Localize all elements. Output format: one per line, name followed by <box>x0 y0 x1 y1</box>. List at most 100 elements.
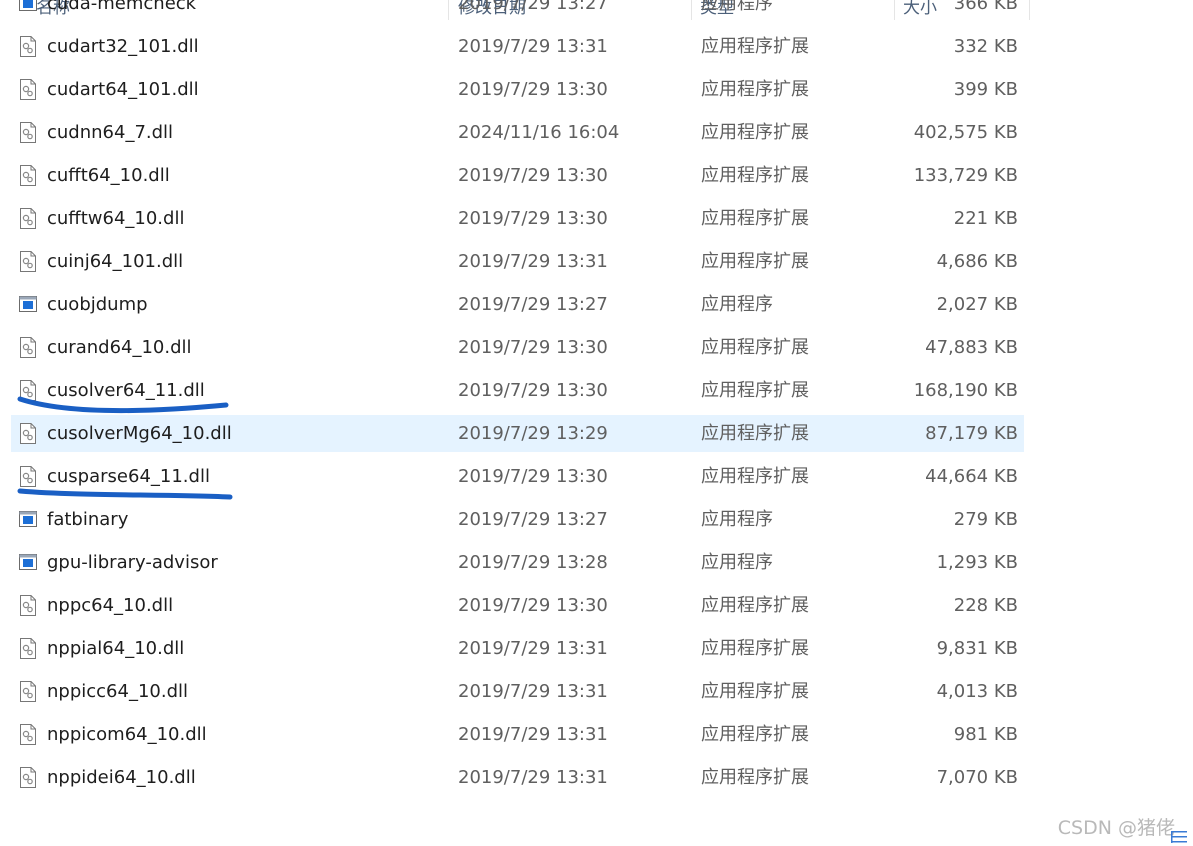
file-row[interactable]: cufftw64_10.dll 2019/7/29 13:30 应用程序扩展 221 … <box>11 200 1024 237</box>
file-name: cuobjdump <box>47 294 148 315</box>
file-modified-date: 2019/7/29 13:29 <box>458 423 608 444</box>
file-size: 279 KB <box>953 509 1018 530</box>
file-row[interactable]: cusparse64_11.dll 2019/7/29 13:30 应用程序扩展 44… <box>11 458 1024 495</box>
file-size: 4,686 KB <box>936 251 1018 272</box>
file-name: cusparse64_11.dll <box>47 466 210 487</box>
file-name: nppc64_10.dll <box>47 595 174 616</box>
file-type: 应用程序扩展 <box>701 681 809 702</box>
dll-icon <box>20 36 36 57</box>
file-size: 981 KB <box>953 724 1018 745</box>
dll-icon <box>20 337 36 358</box>
file-type: 应用程序扩展 <box>701 36 809 57</box>
file-list: 名称 修改日期 类型 大小 cuda-memcheck 2019/7/29 13:… <box>0 0 1030 846</box>
file-row[interactable]: cusolverMg64_10.dll 2019/7/29 13:29 应用程序扩展… <box>11 415 1024 452</box>
file-type: 应用程序 <box>701 509 773 530</box>
file-name: cuda-memcheck <box>47 0 197 14</box>
file-row[interactable]: cuobjdump 2019/7/29 13:27 应用程序 2,027 KB <box>11 286 1024 323</box>
file-type: 应用程序扩展 <box>701 423 809 444</box>
file-type: 应用程序扩展 <box>701 79 809 100</box>
file-type: 应用程序扩展 <box>701 767 809 788</box>
file-row[interactable]: nppicom64_10.dll 2019/7/29 13:31 应用程序扩展 981… <box>11 716 1024 753</box>
file-modified-date: 2019/7/29 13:30 <box>458 208 608 229</box>
file-modified-date: 2019/7/29 13:30 <box>458 165 608 186</box>
dll-icon <box>20 380 36 401</box>
file-row[interactable]: cufft64_10.dll 2019/7/29 13:30 应用程序扩展 133,7… <box>11 157 1024 194</box>
file-modified-date: 2019/7/29 13:30 <box>458 380 608 401</box>
file-row[interactable]: gpu-library-advisor 2019/7/29 13:28 应用程序 1,… <box>11 544 1024 581</box>
file-type: 应用程序扩展 <box>701 595 809 616</box>
dll-icon <box>20 724 36 745</box>
file-type: 应用程序扩展 <box>701 466 809 487</box>
dll-icon <box>20 638 36 659</box>
file-modified-date: 2019/7/29 13:27 <box>458 294 608 315</box>
app-icon <box>19 511 37 527</box>
file-name: cudnn64_7.dll <box>47 122 174 143</box>
file-row[interactable]: nppial64_10.dll 2019/7/29 13:31 应用程序扩展 9,83… <box>11 630 1024 667</box>
file-name: fatbinary <box>47 509 129 530</box>
dll-icon <box>20 595 36 616</box>
file-name: cufft64_10.dll <box>47 165 170 186</box>
dll-icon <box>20 79 36 100</box>
file-name: cufftw64_10.dll <box>47 208 185 229</box>
file-row[interactable]: cuinj64_101.dll 2019/7/29 13:31 应用程序扩展 4,68… <box>11 243 1024 280</box>
file-name: cusolver64_11.dll <box>47 380 205 401</box>
file-type: 应用程序扩展 <box>701 251 809 272</box>
file-modified-date: 2024/11/16 16:04 <box>458 122 620 143</box>
app-icon <box>19 296 37 312</box>
file-modified-date: 2019/7/29 13:31 <box>458 767 608 788</box>
file-type: 应用程序 <box>701 552 773 573</box>
file-name: nppidei64_10.dll <box>47 767 196 788</box>
file-row[interactable]: cudnn64_7.dll 2024/11/16 16:04 应用程序扩展 402,5… <box>11 114 1024 151</box>
dll-icon <box>20 122 36 143</box>
file-name: gpu-library-advisor <box>47 552 218 573</box>
file-modified-date: 2019/7/29 13:30 <box>458 595 608 616</box>
file-row[interactable]: fatbinary 2019/7/29 13:27 应用程序 279 KB <box>11 501 1024 538</box>
file-type: 应用程序 <box>701 0 773 14</box>
file-size: 168,190 KB <box>913 380 1018 401</box>
file-size: 366 KB <box>953 0 1018 14</box>
list-view-icon[interactable] <box>1169 828 1189 846</box>
file-type: 应用程序扩展 <box>701 724 809 745</box>
file-size: 228 KB <box>953 595 1018 616</box>
file-size: 221 KB <box>953 208 1018 229</box>
file-row[interactable]: nppidei64_10.dll 2019/7/29 13:31 应用程序扩展 7,0… <box>11 759 1024 796</box>
file-name: curand64_10.dll <box>47 337 192 358</box>
watermark-text: CSDN @猪佬 <box>1057 817 1175 839</box>
file-row[interactable]: nppc64_10.dll 2019/7/29 13:30 应用程序扩展 228 KB <box>11 587 1024 624</box>
app-icon <box>19 0 37 11</box>
file-name: cusolverMg64_10.dll <box>47 423 232 444</box>
file-size: 7,070 KB <box>936 767 1018 788</box>
file-size: 399 KB <box>953 79 1018 100</box>
file-size: 44,664 KB <box>925 466 1018 487</box>
file-row[interactable]: cudart64_101.dll 2019/7/29 13:30 应用程序扩展 399… <box>11 71 1024 108</box>
column-divider[interactable] <box>1029 0 1030 20</box>
dll-icon <box>20 251 36 272</box>
file-type: 应用程序扩展 <box>701 337 809 358</box>
file-size: 332 KB <box>953 36 1018 57</box>
file-size: 133,729 KB <box>913 165 1018 186</box>
file-modified-date: 2019/7/29 13:31 <box>458 251 608 272</box>
file-modified-date: 2019/7/29 13:30 <box>458 466 608 487</box>
file-type: 应用程序扩展 <box>701 380 809 401</box>
dll-icon <box>20 423 36 444</box>
file-type: 应用程序扩展 <box>701 208 809 229</box>
dll-icon <box>20 767 36 788</box>
file-row[interactable]: cuda-memcheck 2019/7/29 13:27 应用程序 366 KB <box>11 0 1024 22</box>
file-type: 应用程序扩展 <box>701 122 809 143</box>
file-row[interactable]: cusolver64_11.dll 2019/7/29 13:30 应用程序扩展 16… <box>11 372 1024 409</box>
file-modified-date: 2019/7/29 13:27 <box>458 509 608 530</box>
file-name: cudart32_101.dll <box>47 36 199 57</box>
file-type: 应用程序扩展 <box>701 165 809 186</box>
file-type: 应用程序扩展 <box>701 638 809 659</box>
file-row[interactable]: cudart32_101.dll 2019/7/29 13:31 应用程序扩展 332… <box>11 28 1024 65</box>
file-modified-date: 2019/7/29 13:31 <box>458 724 608 745</box>
file-row[interactable]: nppicc64_10.dll 2019/7/29 13:31 应用程序扩展 4,01… <box>11 673 1024 710</box>
file-modified-date: 2019/7/29 13:27 <box>458 0 608 14</box>
file-size: 2,027 KB <box>936 294 1018 315</box>
dll-icon <box>20 681 36 702</box>
file-size: 47,883 KB <box>925 337 1018 358</box>
file-row[interactable]: curand64_10.dll 2019/7/29 13:30 应用程序扩展 47,8… <box>11 329 1024 366</box>
file-name: nppial64_10.dll <box>47 638 185 659</box>
file-modified-date: 2019/7/29 13:31 <box>458 36 608 57</box>
file-name: nppicom64_10.dll <box>47 724 207 745</box>
